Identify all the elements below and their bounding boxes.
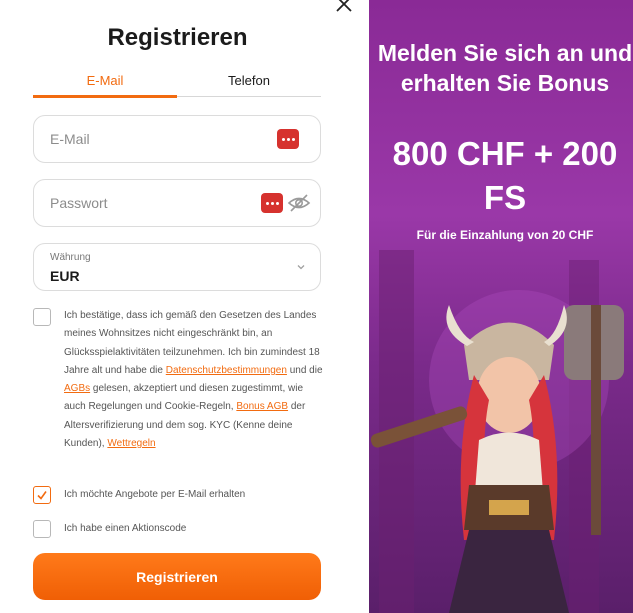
tab-email[interactable]: E-Mail [33, 64, 177, 98]
promo-bonus: 800 CHF + 200 FS [392, 135, 618, 216]
chevron-down-icon [297, 265, 305, 270]
betting-rules-link[interactable]: Wettregeln [107, 438, 155, 449]
password-field-container [33, 179, 321, 227]
tab-active-indicator [33, 95, 177, 98]
promo-headline: Melden Sie sich an und erhalten Sie Bonu… [377, 40, 633, 96]
password-field[interactable] [50, 180, 250, 226]
viking-warrior-illustration [370, 250, 624, 613]
page-title: Registrieren [107, 24, 248, 51]
tab-bar: E-Mail Telefon [33, 64, 321, 98]
offers-label: Ich möchte Angebote per E-Mail erhalten [64, 489, 246, 500]
privacy-link[interactable]: Datenschutzbestimmungen [166, 365, 287, 376]
eye-slash-icon[interactable] [287, 193, 311, 213]
register-button[interactable]: Registrieren [33, 553, 321, 600]
checkmark-icon [37, 491, 47, 500]
close-icon[interactable] [334, 0, 354, 14]
email-field-container [33, 115, 321, 163]
offers-checkbox[interactable] [33, 486, 51, 504]
email-field[interactable] [50, 116, 250, 162]
agb-link[interactable]: AGBs [64, 383, 90, 394]
consent-checkbox[interactable] [33, 308, 51, 326]
consent-text-part: und die [286, 364, 323, 376]
currency-label: Währung [50, 252, 91, 263]
promo-code-label: Ich habe einen Aktionscode [64, 523, 187, 534]
currency-value: EUR [50, 268, 80, 284]
promo-code-checkbox[interactable] [33, 520, 51, 538]
bonus-agb-link[interactable]: Bonus AGB [236, 401, 288, 412]
currency-select[interactable]: Währung EUR [33, 243, 321, 291]
password-manager-icon[interactable] [277, 129, 299, 149]
tab-phone[interactable]: Telefon [177, 64, 321, 98]
registration-form: Registrieren E-Mail Telefon Währung EUR … [0, 0, 369, 613]
promo-banner: Melden Sie sich an und erhalten Sie Bonu… [369, 0, 633, 613]
password-manager-icon[interactable] [261, 193, 283, 213]
consent-text: Ich bestätige, dass ich gemäß den Gesetz… [64, 307, 324, 453]
promo-subtitle: Für die Einzahlung von 20 CHF [416, 228, 594, 242]
